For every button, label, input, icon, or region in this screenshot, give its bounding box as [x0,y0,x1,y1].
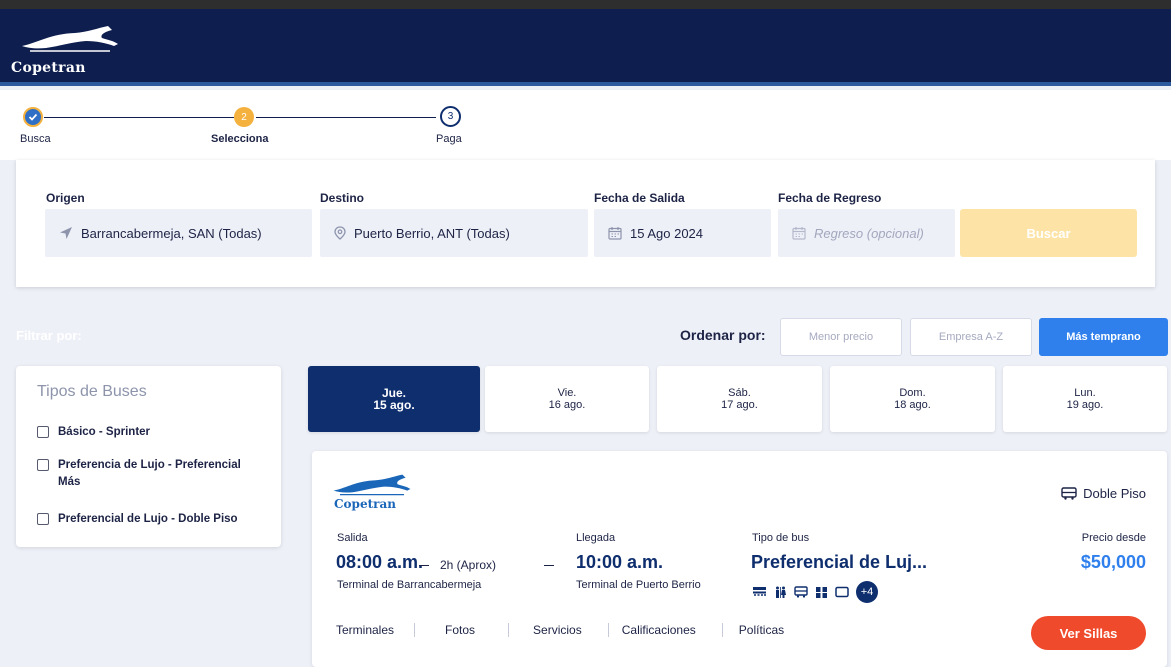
date-tab-day: Lun. [1074,387,1096,399]
origin-field[interactable]: Barrancabermeja, SAN (Todas) [45,209,312,257]
tab-divider [721,623,723,637]
origin-label: Origen [46,191,85,205]
operator-name: Copetran [334,497,396,511]
bus-icon [794,586,808,598]
date-tab[interactable]: Dom. 18 ago. [830,366,995,432]
date-tab[interactable]: Vie. 16 ago. [485,366,649,432]
step-3-label: Paga [436,133,462,145]
bus-type-option-label: Preferencial de Lujo - Doble Piso [58,513,238,525]
sort-earliest-button[interactable]: Más temprano [1039,318,1168,356]
step-1-label: Busca [20,133,51,145]
date-tab[interactable]: Sáb. 17 ago. [657,366,822,432]
location-pin-icon [334,226,346,240]
duration-dash [419,565,429,566]
date-tab-day: Sáb. [728,387,751,399]
bus-type-option-label: Básico - Sprinter [58,426,151,438]
search-form: Origen Barrancabermeja, SAN (Todas) Dest… [16,160,1155,287]
date-tab-day: Dom. [899,387,926,399]
step-2-number: 2 [234,107,254,127]
calendar-icon [792,226,806,240]
bus-types-filter: Tipos de Buses Básico - Sprinter Prefere… [16,366,281,547]
step-connector [44,117,234,118]
trip-duration: 2h (Aprox) [440,558,497,572]
return-date-placeholder: Regreso (opcional) [814,225,924,241]
checkbox[interactable] [37,513,49,525]
destination-field[interactable]: Puerto Berrio, ANT (Todas) [320,209,588,257]
site-header: Copetran [0,9,1171,86]
step-3-number: 3 [440,106,461,127]
date-tab-day: Vie. [557,387,577,399]
price-label: Precio desde [1081,532,1146,544]
filter-title: Filtrar por: [16,328,82,343]
sort-label: Ordenar por: [680,327,766,343]
arrival-terminal: Terminal de Puerto Berrio [576,579,701,591]
bus-type-name: Preferencial de Luj... [751,552,928,572]
step-connector [256,117,436,118]
duration-dash [544,565,554,566]
screen-icon [835,586,849,598]
checkbox[interactable] [37,459,49,471]
bus-icon [1061,487,1077,500]
copetran-logo[interactable]: Copetran [11,24,120,76]
trip-detail-tabs: Terminales Fotos Servicios Calificacione… [336,623,784,637]
calendar-icon [608,226,622,240]
brand-name: Copetran [11,60,86,76]
departure-time: 08:00 a.m. [336,552,424,572]
navigation-arrow-icon [59,226,73,240]
bus-type-option-label: Preferencia de Lujo - Preferencial Más [58,459,241,488]
tab-politicas[interactable]: Políticas [739,623,784,637]
search-button[interactable]: Buscar [960,209,1137,257]
tab-terminales[interactable]: Terminales [336,623,394,637]
greyhound-logo-icon [22,26,118,52]
tab-divider [508,623,510,637]
arrival-time: 10:00 a.m. [576,552,664,572]
sort-company-az-button[interactable]: Empresa A-Z [910,318,1032,356]
arrival-label: Llegada [576,532,616,544]
bus-type-option[interactable]: Básico - Sprinter [37,424,150,441]
tab-calificaciones[interactable]: Calificaciones [622,623,696,637]
trip-result-card: Copetran Doble Piso Salida 08:00 a.m. 2h… [312,451,1167,667]
top-strip [0,0,1171,9]
sort-lowest-price-button[interactable]: Menor precio [780,318,902,356]
departure-label: Salida [337,532,368,544]
date-tab-date: 18 ago. [894,399,931,411]
origin-value: Barrancabermeja, SAN (Todas) [81,225,262,241]
checkbox[interactable] [37,426,49,438]
step-2-label: Selecciona [211,133,269,145]
destination-label: Destino [320,191,365,205]
date-tab-date: 17 ago. [721,399,758,411]
departure-date-field[interactable]: 15 Ago 2024 [594,209,771,257]
step-1-check-icon [23,107,43,127]
date-tab-date: 19 ago. [1066,399,1104,411]
greyhound-logo-icon [333,474,411,496]
bus-kind: Doble Piso [1061,486,1146,501]
tab-divider [607,623,609,637]
tab-fotos[interactable]: Fotos [445,623,475,637]
departure-terminal: Terminal de Barrancabermeja [337,579,482,591]
trip-price: $50,000 [1080,552,1146,572]
date-tab-date: 16 ago. [548,399,586,411]
progress-stepper: Busca 2 Selecciona 3 Paga [0,90,1171,160]
restroom-icon [774,586,787,599]
return-date-field[interactable]: Regreso (opcional) [778,209,955,257]
view-seats-button[interactable]: Ver Sillas [1031,616,1146,650]
date-tab-date: 15 ago. [373,398,415,412]
date-tab[interactable]: Lun. 19 ago. [1003,366,1167,432]
bus-type-option[interactable]: Preferencial de Lujo - Doble Piso [37,511,238,528]
bus-kind-label: Doble Piso [1083,486,1146,501]
bus-type-label: Tipo de bus [752,532,810,544]
more-amenities-badge[interactable]: +4 [856,581,878,603]
bus-type-option[interactable]: Preferencia de Lujo - Preferencial Más [37,457,252,491]
amenities-list: +4 [752,581,878,603]
tab-divider [414,623,416,637]
seats-icon [815,586,828,599]
wifi-icon [752,586,767,598]
date-tab-selected[interactable]: Jue. 15 ago. [308,366,480,432]
return-label: Fecha de Regreso [778,191,882,205]
destination-value: Puerto Berrio, ANT (Todas) [354,225,510,241]
tab-servicios[interactable]: Servicios [533,623,582,637]
bus-types-title: Tipos de Buses [37,383,147,400]
departure-label: Fecha de Salida [594,191,685,205]
departure-date-value: 15 Ago 2024 [630,225,704,241]
